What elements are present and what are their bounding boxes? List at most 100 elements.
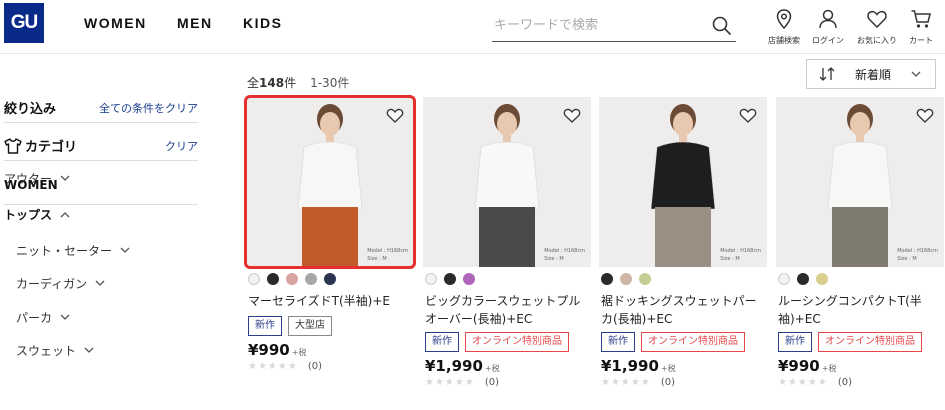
search-icon[interactable] [712, 16, 732, 36]
sidebar-item[interactable]: パーカ [16, 309, 210, 326]
price-value: ¥990 [248, 341, 290, 359]
favorite-heart-icon[interactable] [916, 107, 934, 123]
category-clear-link[interactable]: クリア [165, 138, 198, 154]
product-name[interactable]: マーセライズドT(半袖)+E [248, 292, 414, 310]
product-badges: 新作 オンライン特別商品 [601, 332, 745, 352]
badge-online: オンライン特別商品 [818, 332, 922, 352]
color-swatch[interactable] [639, 273, 651, 285]
favorite-heart-icon[interactable] [563, 107, 581, 123]
nav-men[interactable]: MEN [177, 15, 213, 31]
heart-icon [867, 10, 887, 29]
color-swatch[interactable] [797, 273, 809, 285]
sidebar-item[interactable]: トップス [4, 206, 198, 223]
review-count: (0) [484, 377, 499, 388]
sidebar-item[interactable]: カーディガン [16, 275, 210, 292]
product-name[interactable]: 裾ドッキングスウェットパーカ(長袖)+EC [601, 292, 767, 328]
product-image[interactable]: Model : H168cm Size : M [244, 95, 416, 269]
sidebar-item[interactable]: ニット・セーター [16, 242, 210, 259]
favorites-label: お気に入り [857, 36, 897, 45]
color-swatches [778, 273, 828, 285]
divider [4, 160, 198, 161]
filter-header: 絞り込み 全ての条件をクリア [4, 98, 198, 118]
result-count: 全148件 1-30件 [247, 74, 349, 91]
color-swatches [248, 273, 336, 285]
model-caption-line: Model : H168cm [897, 248, 938, 254]
review-count: (0) [307, 361, 322, 372]
cart-label: カート [909, 36, 933, 45]
star-rating-icon: ★★★★★ [601, 377, 651, 388]
price-value: ¥1,990 [601, 357, 659, 375]
color-swatch[interactable] [286, 273, 298, 285]
review-count: (0) [837, 377, 852, 388]
product-card[interactable]: Model : H168cm Size : M ルーシングコンパクトT(半袖)+EC… [776, 97, 944, 388]
product-name[interactable]: ルーシングコンパクトT(半袖)+EC [778, 292, 944, 328]
sidebar-item[interactable]: スウェット [16, 342, 210, 359]
clear-all-filters-link[interactable]: 全ての条件をクリア [99, 100, 198, 116]
color-swatch[interactable] [816, 273, 828, 285]
color-swatch[interactable] [305, 273, 317, 285]
chevron-down-icon [60, 175, 70, 181]
model-caption-line: Size : M [897, 256, 917, 262]
cart-icon [911, 10, 931, 28]
sort-dropdown[interactable]: 新着順 [806, 59, 936, 89]
chevron-down-icon [95, 280, 105, 286]
tax-label: +税 [291, 348, 307, 357]
review-count: (0) [660, 377, 675, 388]
product-card[interactable]: Model : H168cm Size : M ビッグカラースウェットプルオーバー(… [423, 97, 591, 388]
sidebar-item-label: パーカ [16, 311, 53, 325]
color-swatch[interactable] [463, 273, 475, 285]
filter-title: 絞り込み [4, 102, 57, 117]
star-rating-icon: ★★★★★ [248, 361, 298, 372]
product-badges: 新作 オンライン特別商品 [778, 332, 922, 352]
site-header: GU WOMEN MEN KIDS 店舗検索 ログイン お気に入り カート [0, 0, 945, 54]
product-card[interactable]: Model : H168cm Size : M マーセライズドT(半袖)+E 新作 大型… [244, 95, 416, 372]
color-swatch[interactable] [324, 273, 336, 285]
rating: ★★★★★ (0) [778, 377, 852, 388]
product-name[interactable]: ビッグカラースウェットプルオーバー(長袖)+EC [425, 292, 591, 328]
login-button[interactable]: ログイン [806, 8, 850, 46]
product-image[interactable]: Model : H168cm Size : M [776, 97, 944, 267]
price-value: ¥990 [778, 357, 820, 375]
sidebar-item-label: トップス [4, 208, 53, 222]
price-block: ¥990 +税 [778, 357, 836, 375]
color-swatch[interactable] [444, 273, 456, 285]
favorite-heart-icon[interactable] [739, 107, 757, 123]
product-badges: 新作 大型店 [248, 316, 332, 336]
product-card[interactable]: Model : H168cm Size : M 裾ドッキングスウェットパーカ(長袖)… [599, 97, 767, 388]
favorites-button[interactable]: お気に入り [855, 8, 899, 46]
color-swatch[interactable] [601, 273, 613, 285]
sidebar-item-label: カーディガン [16, 277, 88, 291]
model-caption-line: Model : H168cm [367, 248, 408, 254]
color-swatch[interactable] [248, 273, 260, 285]
cart-button[interactable]: カート [899, 8, 943, 46]
gu-logo[interactable]: GU [4, 3, 44, 43]
favorite-heart-icon[interactable] [386, 107, 404, 123]
product-image[interactable]: Model : H168cm Size : M [599, 97, 767, 267]
sidebar-item-label: スウェット [16, 344, 77, 358]
search-input[interactable] [492, 10, 692, 40]
store-icon [776, 9, 792, 30]
color-swatch[interactable] [267, 273, 279, 285]
model-caption: Model : H168cm Size : M [720, 247, 761, 263]
chevron-up-icon [60, 212, 70, 218]
filter-sidebar: 絞り込み 全ての条件をクリア カテゴリ クリア WOMEN アウター トップス ニッ… [0, 54, 215, 410]
category-header: カテゴリ クリア [4, 136, 198, 155]
color-swatch[interactable] [425, 273, 437, 285]
result-range: 1-30件 [310, 76, 350, 90]
rating: ★★★★★ (0) [601, 377, 675, 388]
store-label: 店舗検索 [768, 36, 800, 45]
color-swatch[interactable] [620, 273, 632, 285]
tax-label: +税 [484, 364, 500, 373]
color-swatch[interactable] [778, 273, 790, 285]
sort-icon [819, 67, 835, 81]
nav-women[interactable]: WOMEN [84, 15, 147, 31]
category-title: カテゴリ [25, 140, 78, 155]
badge-store: 大型店 [288, 316, 332, 336]
sidebar-item-label: ニット・セーター [16, 244, 113, 258]
product-image[interactable]: Model : H168cm Size : M [423, 97, 591, 267]
sidebar-item-label: アウター [4, 172, 53, 186]
sidebar-item[interactable]: アウター [4, 170, 198, 187]
nav-kids[interactable]: KIDS [243, 15, 282, 31]
price-block: ¥1,990 +税 [425, 357, 500, 375]
store-search-button[interactable]: 店舗検索 [762, 8, 806, 46]
